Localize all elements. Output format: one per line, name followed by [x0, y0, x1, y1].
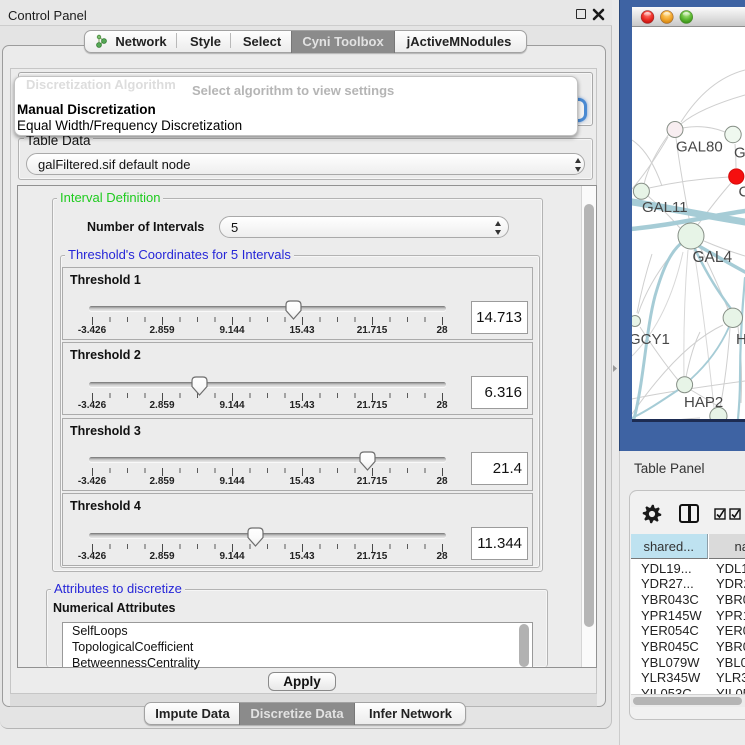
- svg-text:GCY1: GCY1: [632, 331, 670, 348]
- svg-text:G...: G...: [734, 145, 745, 162]
- svg-text:HAP2: HAP2: [684, 394, 723, 411]
- svg-text:C: C: [739, 184, 745, 201]
- svg-text:GAL80: GAL80: [676, 139, 723, 156]
- svg-text:H: H: [736, 331, 745, 348]
- svg-text:GAL4: GAL4: [693, 249, 733, 266]
- svg-text:GAL11: GAL11: [642, 199, 688, 216]
